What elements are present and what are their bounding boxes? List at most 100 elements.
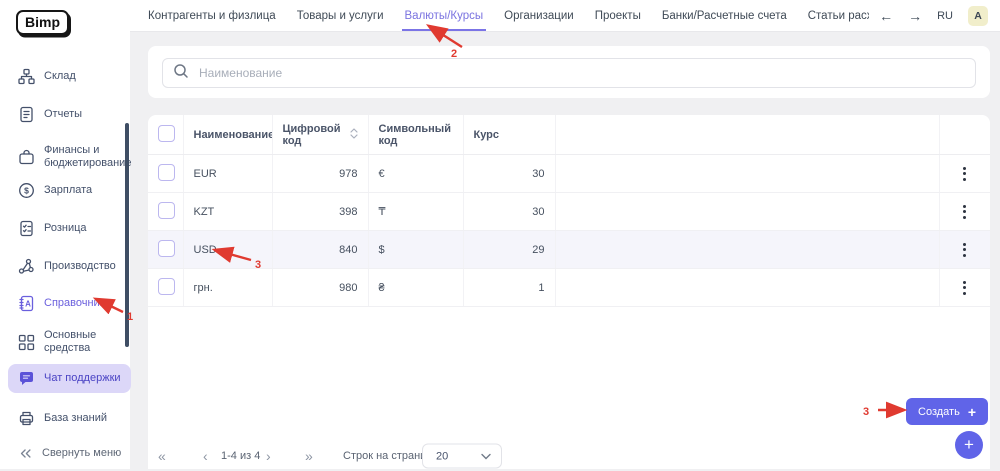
sidebar-item[interactable]: База знаний	[18, 410, 107, 427]
sidebar-item[interactable]: Отчеты	[18, 106, 82, 123]
cell-symbol-code: €	[368, 154, 464, 193]
rows-per-page-select[interactable]: 20	[422, 443, 502, 469]
sidebar-item[interactable]: Производство	[18, 258, 116, 275]
cell-name: KZT	[183, 192, 273, 231]
table-row[interactable]: EUR 978 €30	[148, 154, 991, 193]
kebab-menu-icon[interactable]	[940, 241, 991, 259]
chevron-down-icon	[481, 453, 491, 459]
search-input[interactable]	[197, 65, 975, 81]
plus-icon: +	[967, 403, 976, 420]
sidebar-item-label: Склад	[44, 69, 76, 82]
page-range-label: 1-4 из 4	[221, 450, 261, 462]
search-box[interactable]	[162, 58, 976, 88]
kebab-menu-icon[interactable]	[940, 279, 991, 297]
table-row[interactable]: грн. 980 ₴ 1	[148, 268, 991, 307]
kebab-menu-icon[interactable]	[940, 165, 991, 183]
sidebar-item[interactable]: Чат поддержки	[8, 364, 131, 393]
pagination: « ‹ 1-4 из 4 › » Строк на странице 20	[148, 441, 990, 471]
topnav-tab[interactable]: Банки/Расчетные счета	[662, 0, 787, 31]
kebab-menu-icon[interactable]	[940, 203, 991, 221]
cell-numeric-code: 398	[272, 192, 369, 231]
sidebar-item-label: Финансы и бюджетирование	[44, 144, 132, 170]
topnav-tab[interactable]: Проекты	[595, 0, 641, 31]
svg-text:A: A	[25, 299, 31, 308]
select-all-checkbox[interactable]	[158, 124, 175, 142]
sidebar-item[interactable]: $ Зарплата	[18, 182, 92, 199]
cell-rate: 1	[463, 268, 556, 307]
next-page-button[interactable]: ›	[266, 448, 271, 464]
fab-add-button[interactable]: +	[955, 431, 983, 459]
first-page-button[interactable]: «	[158, 448, 166, 464]
sidebar-scrollbar[interactable]	[125, 123, 129, 347]
sidebar-item-label: Основные средства	[44, 329, 97, 355]
sidebar-item-label: Зарплата	[44, 183, 93, 196]
sort-icon[interactable]	[349, 127, 358, 142]
table-row[interactable]: KZT 398 ₸ 30	[148, 192, 991, 231]
table-row[interactable]: USD 840 $29	[148, 230, 991, 269]
column-header-label: Наименование	[193, 128, 272, 141]
arrow-right-icon[interactable]: →	[908, 9, 922, 23]
app-logo: Bimp	[16, 10, 69, 35]
cell-symbol-code: $	[368, 230, 464, 269]
rows-per-page-value: 20	[436, 450, 449, 462]
user-avatar[interactable]: A	[968, 5, 988, 26]
collapse-menu-button[interactable]: Свернуть меню	[18, 446, 121, 461]
row-checkbox[interactable]	[158, 201, 175, 219]
topnav-tab[interactable]: Контрагенты и физлица	[148, 0, 276, 31]
last-page-button[interactable]: »	[305, 448, 313, 464]
sidebar-item[interactable]: Основные средства	[18, 329, 128, 355]
arrow-left-icon[interactable]: ←	[879, 9, 893, 23]
cell-rate: 30	[463, 154, 556, 193]
top-navigation: Контрагенты и физлица Товары и услуги Валю…	[130, 0, 1000, 32]
row-checkbox[interactable]	[158, 239, 175, 257]
create-button[interactable]: Создать +	[906, 398, 988, 425]
directories-icon: A	[18, 295, 35, 312]
collapse-menu-label: Свернуть меню	[42, 446, 122, 459]
topnav-tab[interactable]: Товары и услуги	[297, 0, 384, 31]
sidebar-item-label: Розница	[44, 221, 87, 234]
reports-icon	[18, 106, 35, 123]
topnav-tab[interactable]: Статьи расходов	[808, 0, 869, 31]
cell-numeric-code: 840	[272, 230, 369, 269]
sidebar-item-label: Отчеты	[44, 107, 83, 120]
currencies-table: Наименование Цифровой код Символьный код Ку…	[148, 115, 990, 307]
column-header-label: Символьный код	[378, 122, 451, 147]
retail-icon	[18, 220, 35, 237]
column-header-label: Курс	[473, 128, 500, 141]
table-body: EUR 978 €30 KZT 398 ₸ 30 USD 840 $29 грн. 980 ₴ 1	[148, 154, 991, 307]
sidebar-item-label: База знаний	[44, 411, 108, 424]
row-checkbox[interactable]	[158, 163, 175, 181]
sidebar-item[interactable]: Склад	[18, 68, 76, 85]
assets-icon	[18, 334, 35, 351]
sidebar-item[interactable]: A Справочники	[18, 295, 111, 312]
cell-symbol-code: ₸	[368, 192, 464, 231]
sidebar-item[interactable]: Финансы и бюджетирование	[18, 144, 132, 170]
sidebar-item[interactable]: Розница	[18, 220, 87, 237]
cell-name: USD	[183, 230, 273, 269]
topnav-controls: ← → RU A	[869, 0, 1000, 31]
cell-numeric-code: 980	[272, 268, 369, 307]
cell-name: грн.	[183, 268, 273, 307]
search-panel	[148, 46, 990, 98]
row-checkbox[interactable]	[158, 277, 175, 295]
cell-name: EUR	[183, 154, 273, 193]
support-chat-icon	[18, 370, 35, 387]
salary-icon: $	[18, 182, 35, 199]
svg-text:$: $	[24, 186, 29, 196]
topnav-tab[interactable]: Организации	[504, 0, 574, 31]
topnav-tab[interactable]: Валюты/Курсы	[401, 0, 486, 31]
column-header-label: Цифровой код	[282, 122, 341, 147]
knowledge-base-icon	[18, 410, 35, 427]
topnav-tabs: Контрагенты и физлица Товары и услуги Валю…	[130, 0, 869, 31]
cell-numeric-code: 978	[272, 154, 369, 193]
production-icon	[18, 258, 35, 275]
chevrons-left-icon	[18, 446, 33, 461]
sidebar: Bimp Склад Отчеты Финансы и бюджетирование…	[0, 0, 132, 469]
language-switcher[interactable]: RU	[937, 10, 953, 22]
cell-symbol-code: ₴	[368, 268, 464, 307]
sidebar-item-label: Производство	[44, 259, 116, 272]
search-icon	[173, 63, 189, 84]
finance-icon	[18, 149, 35, 166]
create-button-label: Создать	[918, 405, 960, 418]
prev-page-button[interactable]: ‹	[203, 448, 208, 464]
